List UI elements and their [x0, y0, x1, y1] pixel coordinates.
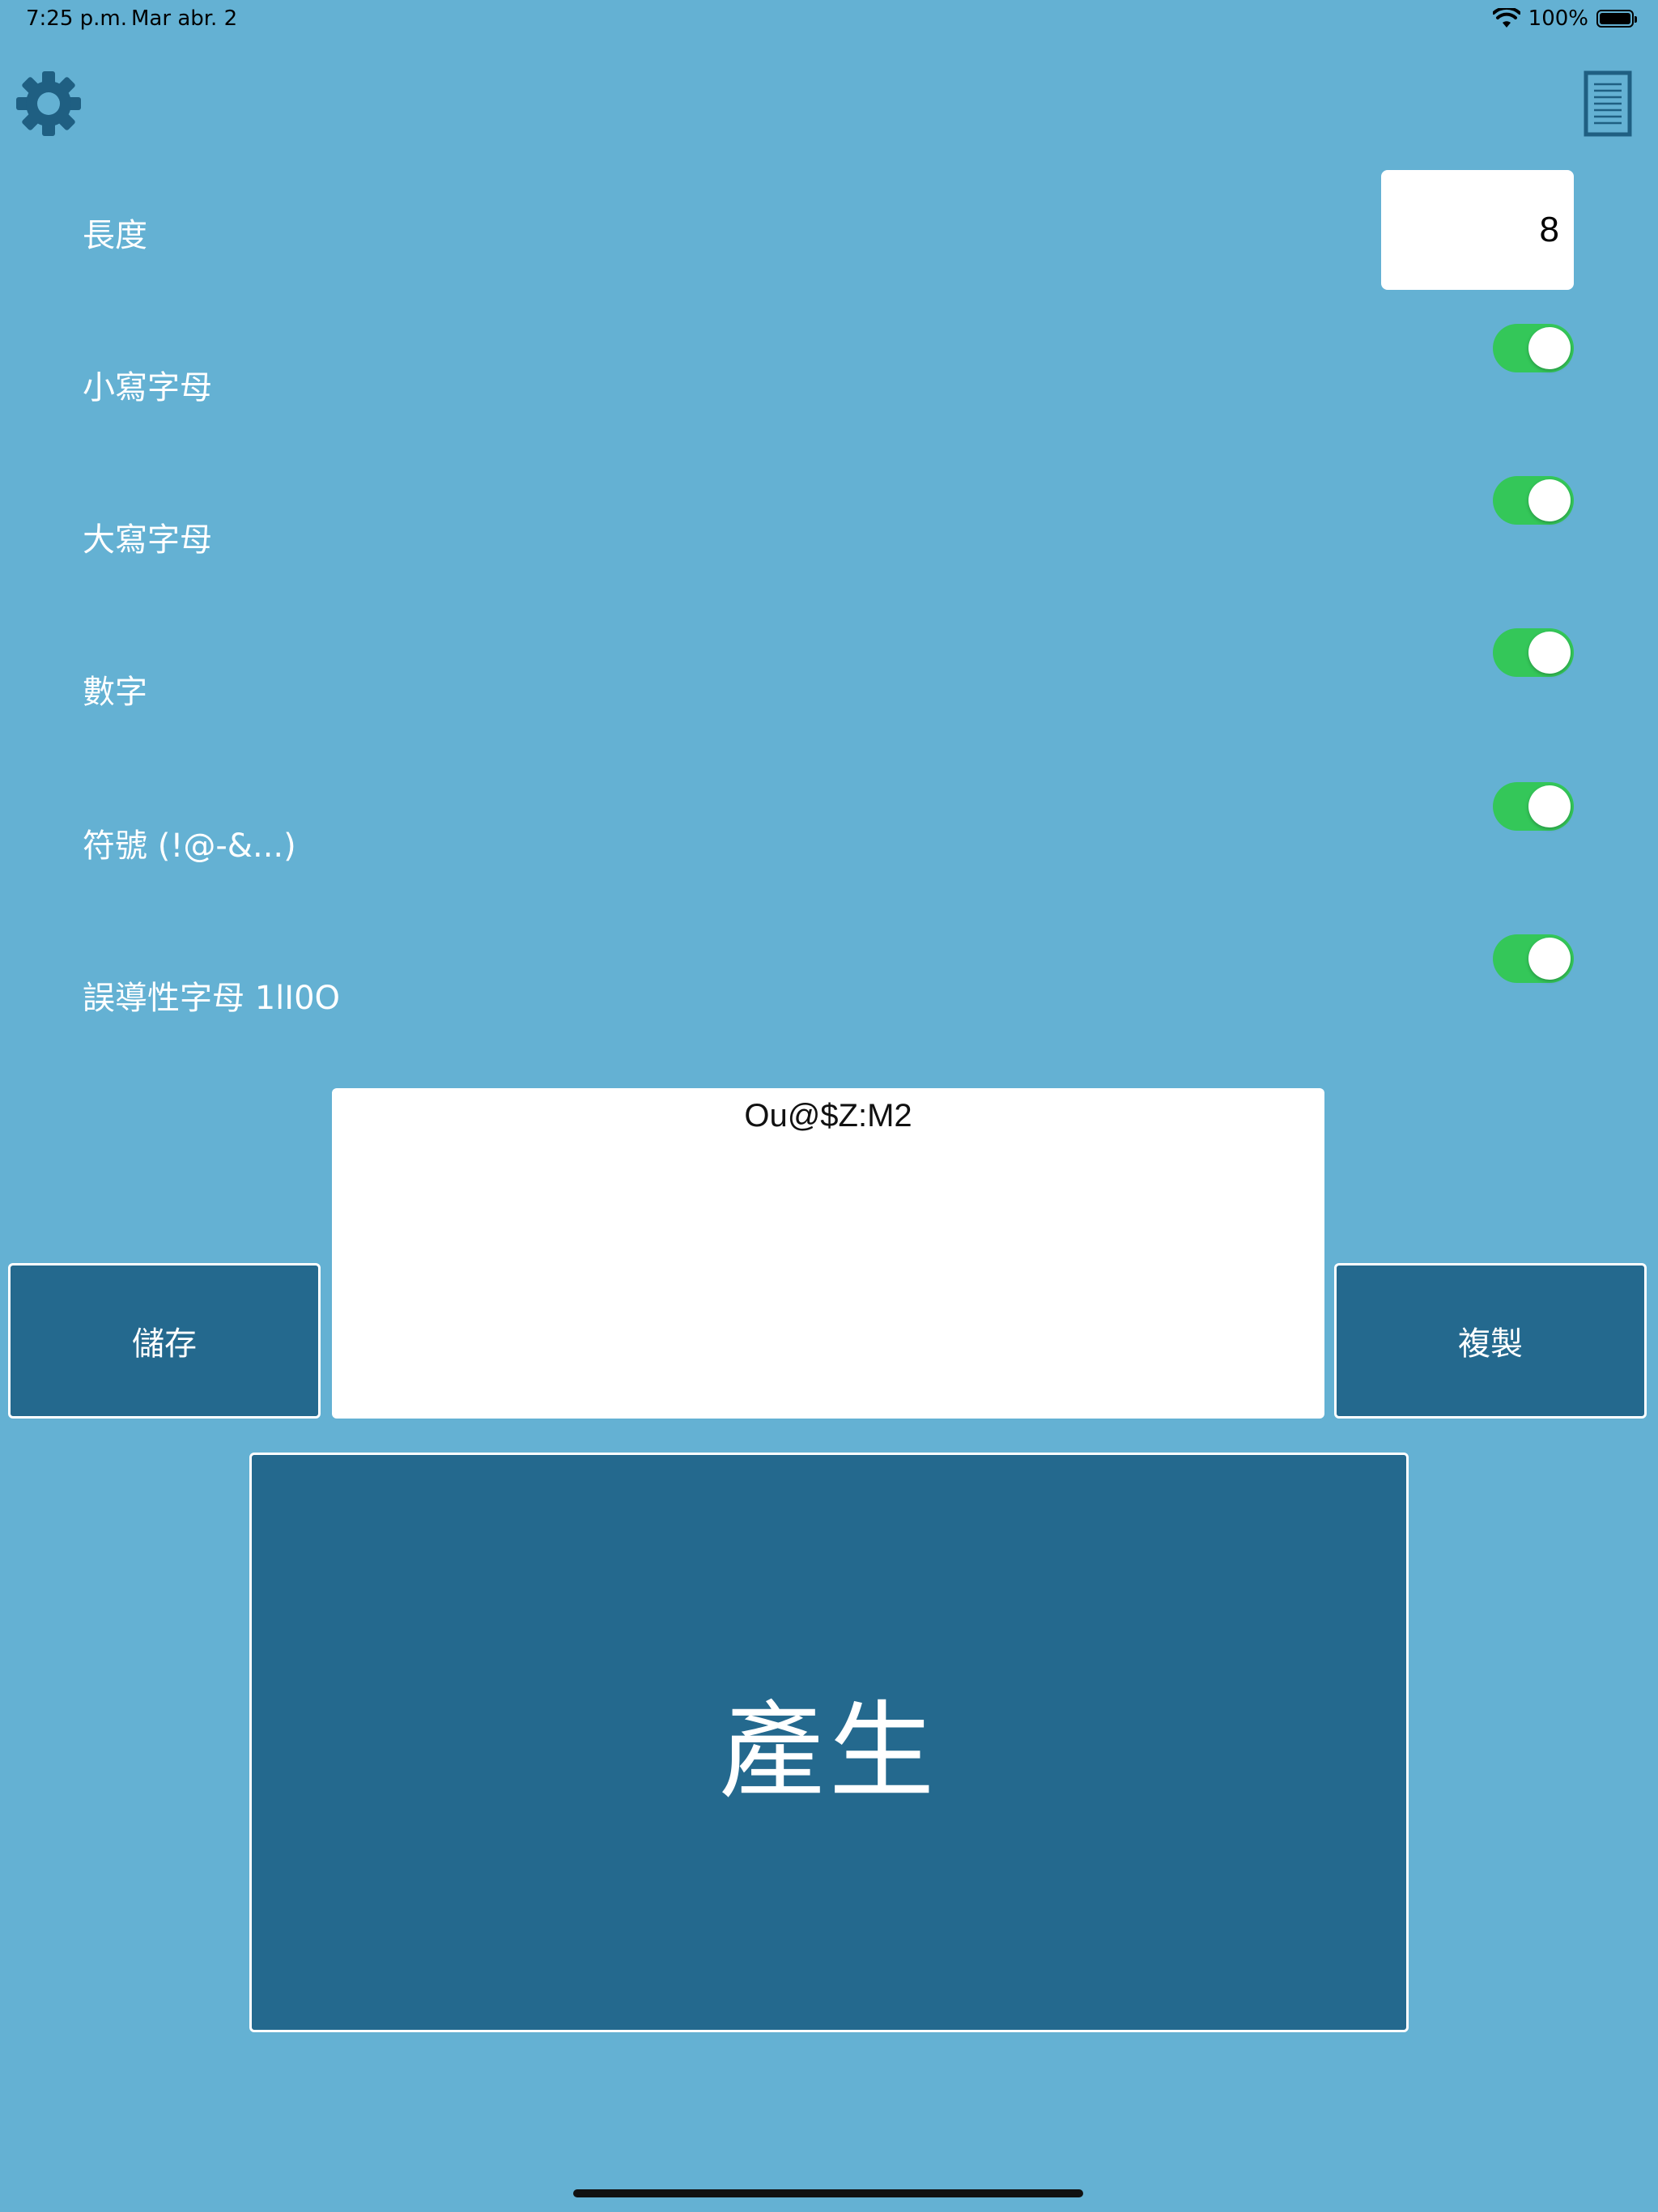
- status-time: 7:25 p.m.: [26, 6, 128, 31]
- symbols-toggle[interactable]: [1493, 782, 1574, 831]
- toggle-knob: [1528, 327, 1571, 369]
- status-bar: 7:25 p.m. Mar abr. 2 100%: [0, 0, 1658, 39]
- history-button[interactable]: [1583, 70, 1633, 138]
- numbers-toggle[interactable]: [1493, 628, 1574, 677]
- length-input[interactable]: 8: [1381, 170, 1574, 290]
- lowercase-label: 小寫字母: [83, 369, 212, 406]
- status-date: Mar abr. 2: [131, 6, 238, 31]
- document-icon: [1584, 70, 1632, 137]
- ambiguous-label: 誤導性字母 1lI0O: [83, 980, 341, 1017]
- generate-button[interactable]: 產生: [249, 1453, 1409, 2032]
- toggle-knob: [1528, 785, 1571, 827]
- ambiguous-toggle[interactable]: [1493, 934, 1574, 983]
- uppercase-label: 大寫字母: [83, 521, 212, 559]
- password-output[interactable]: Ou@$Z:M2: [332, 1088, 1324, 1419]
- symbols-label: 符號 (!@-&...): [83, 827, 296, 865]
- lowercase-toggle[interactable]: [1493, 324, 1574, 372]
- toggle-knob: [1528, 632, 1571, 674]
- battery-icon: [1596, 10, 1637, 28]
- home-indicator[interactable]: [573, 2189, 1083, 2197]
- uppercase-toggle[interactable]: [1493, 476, 1574, 525]
- battery-percent: 100%: [1528, 6, 1588, 31]
- save-button[interactable]: 儲存: [8, 1263, 321, 1419]
- status-indicators: 100%: [1492, 6, 1637, 31]
- toggle-knob: [1528, 938, 1571, 980]
- wifi-icon: [1492, 8, 1520, 28]
- copy-button[interactable]: 複製: [1334, 1263, 1647, 1419]
- gear-icon: [16, 71, 81, 136]
- length-label: 長度: [83, 217, 147, 254]
- settings-button[interactable]: [15, 70, 83, 138]
- toggle-knob: [1528, 479, 1571, 521]
- numbers-label: 數字: [83, 674, 147, 711]
